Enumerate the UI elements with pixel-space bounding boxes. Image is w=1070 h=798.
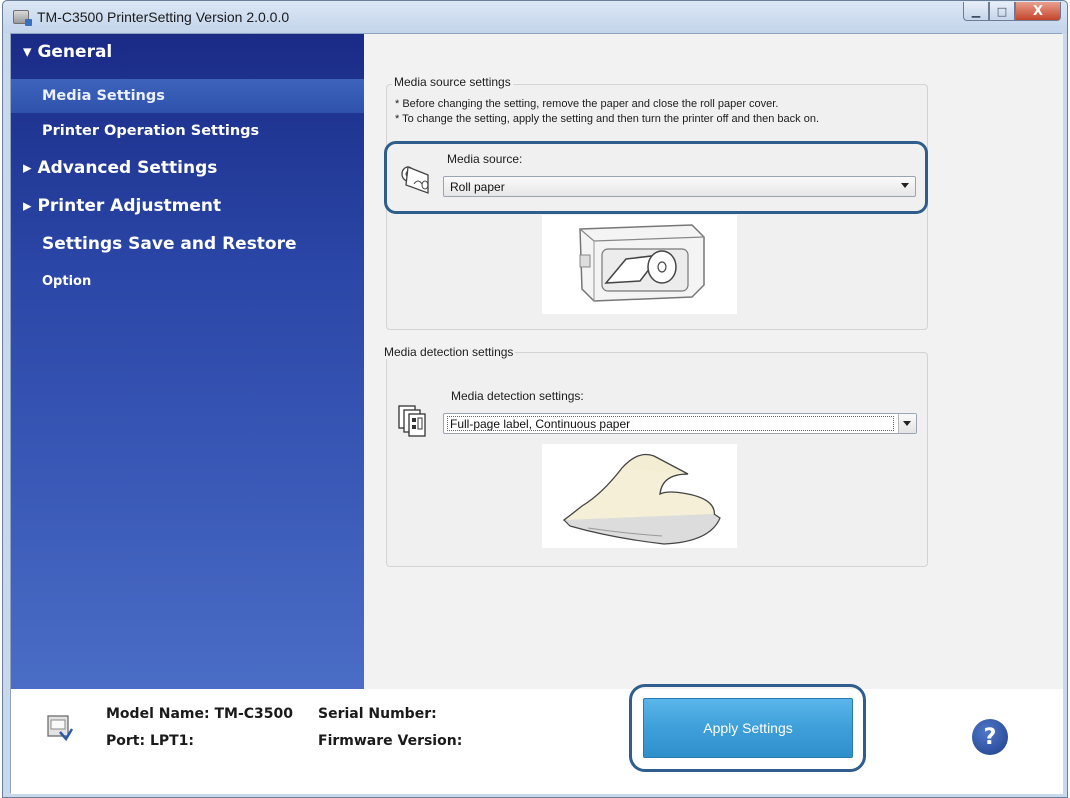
dropdown-button[interactable] <box>898 414 916 433</box>
chevron-down-icon <box>901 183 909 188</box>
nav-printer-adjustment[interactable]: ▸ Printer Adjustment <box>11 196 364 216</box>
firmware-version: Firmware Version: <box>318 733 463 749</box>
continuous-label-image <box>542 444 737 548</box>
client-area: ▾ General Media Settings Printer Operati… <box>10 33 1063 794</box>
media-detection-label: Media detection settings: <box>451 389 584 403</box>
nav-settings-save-restore[interactable]: Settings Save and Restore <box>11 234 364 254</box>
window-controls: ▁ □ X <box>963 2 1061 21</box>
close-button[interactable]: X <box>1015 2 1061 21</box>
media-source-legend: Media source settings <box>392 75 513 89</box>
port: Port: LPT1: <box>106 733 195 749</box>
media-detection-legend: Media detection settings <box>382 345 516 359</box>
media-detection-value: Full-page label, Continuous paper <box>450 417 631 431</box>
nav-option[interactable]: Option <box>11 274 364 289</box>
printer-app-icon <box>13 10 32 26</box>
media-source-value: Roll paper <box>450 180 505 194</box>
help-button[interactable]: ? <box>972 719 1008 755</box>
serial-number: Serial Number: <box>318 706 437 722</box>
media-source-select[interactable]: Roll paper <box>443 176 916 197</box>
model-name: Model Name: TM-C3500 <box>106 706 293 722</box>
maximize-button[interactable]: □ <box>989 2 1015 21</box>
chevron-down-icon <box>903 421 911 426</box>
media-detection-select[interactable]: Full-page label, Continuous paper <box>443 413 917 434</box>
minimize-button[interactable]: ▁ <box>963 2 989 21</box>
nav-printer-operation-settings[interactable]: Printer Operation Settings <box>11 123 364 139</box>
media-source-note-2: * To change the setting, apply the setti… <box>395 113 820 125</box>
main-panel: Media source settings * Before changing … <box>364 34 1063 689</box>
roll-paper-icon <box>398 165 438 201</box>
label-sheets-icon <box>397 404 431 444</box>
media-source-note-1: * Before changing the setting, remove th… <box>395 98 779 110</box>
media-source-label: Media source: <box>447 152 523 166</box>
nav-advanced-settings[interactable]: ▸ Advanced Settings <box>11 158 364 178</box>
apply-settings-button[interactable]: Apply Settings <box>643 698 853 758</box>
printer-roll-image <box>542 215 737 314</box>
nav-media-settings[interactable]: Media Settings <box>11 79 364 113</box>
app-window: TM-C3500 PrinterSetting Version 2.0.0.0 … <box>2 0 1068 798</box>
sidebar: ▾ General Media Settings Printer Operati… <box>11 34 364 689</box>
window-title: TM-C3500 PrinterSetting Version 2.0.0.0 <box>37 9 290 25</box>
nav-general[interactable]: ▾ General <box>11 42 364 62</box>
printer-icon <box>44 712 74 746</box>
title-bar[interactable]: TM-C3500 PrinterSetting Version 2.0.0.0 … <box>3 1 1067 33</box>
